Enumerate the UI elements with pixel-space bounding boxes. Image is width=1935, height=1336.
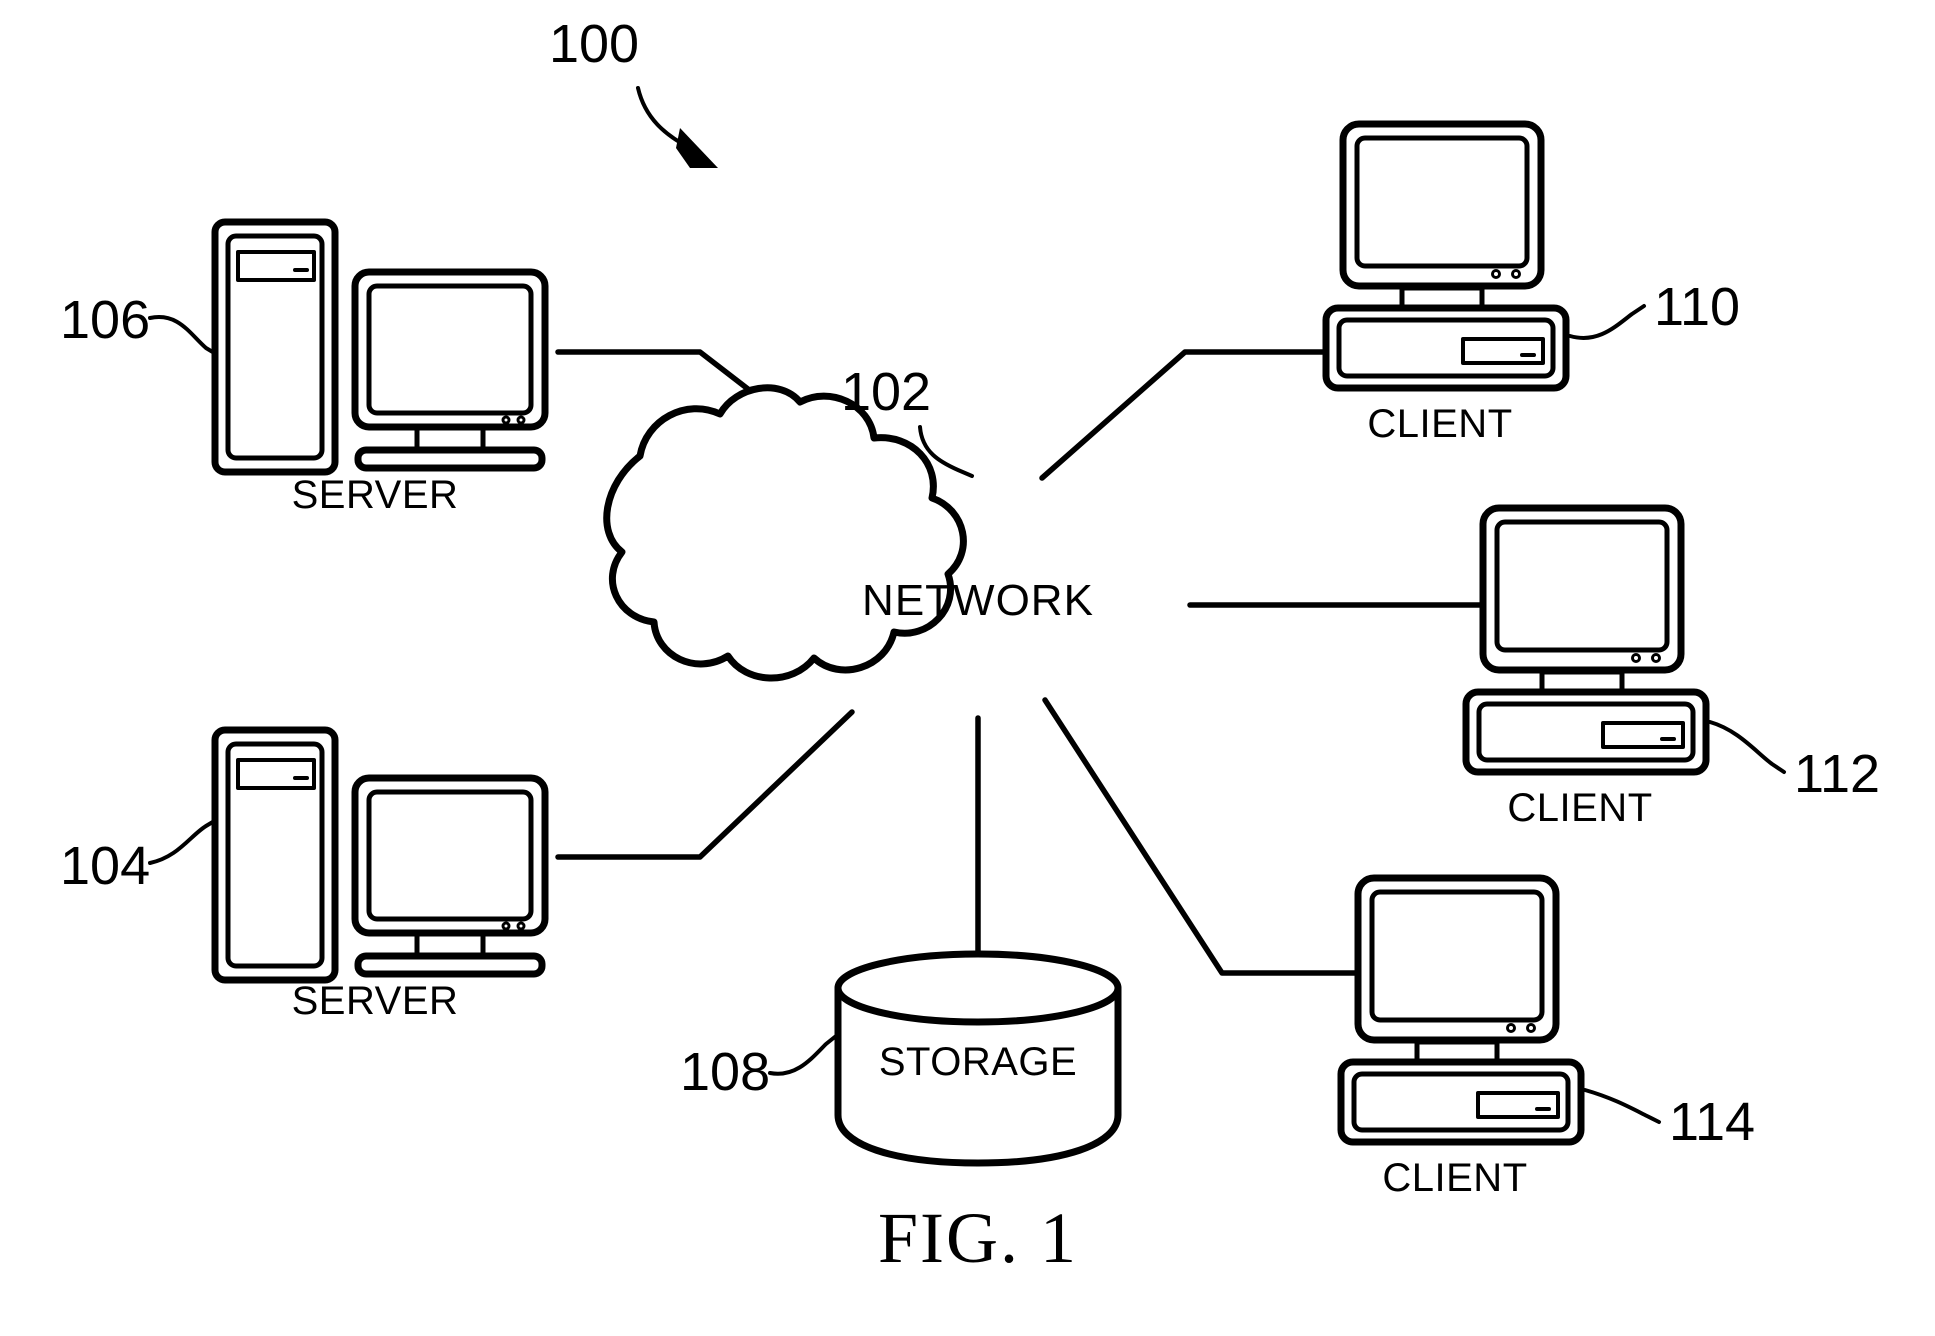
system-ref-arrow [636, 86, 718, 168]
client-112-monitor-screen [1494, 519, 1670, 653]
network-cloud-label: NETWORK [862, 576, 1094, 625]
storage-ref-label: 108 [680, 1042, 770, 1102]
patent-figure-1: 100 SERVER 106 SERVER 104 NETWORK 102 ST… [0, 0, 1935, 1336]
client-112-drive-slot [1601, 721, 1685, 749]
client-110-drive-slot [1461, 337, 1545, 365]
client-110-group[interactable]: CLIENT [1322, 120, 1570, 446]
client-114-ref-leader [1583, 1088, 1661, 1124]
server-104-group[interactable]: SERVER [211, 726, 549, 1023]
storage-group[interactable]: STORAGE [834, 950, 1122, 1167]
server-104-monitor-screen [366, 789, 534, 922]
figure-caption: FIG. 1 [878, 1198, 1078, 1278]
server-104-monitor-base [354, 952, 546, 978]
client-110-monitor-screen [1354, 135, 1530, 269]
client-114-group[interactable]: CLIENT [1337, 874, 1585, 1200]
client-114-drive-slot [1476, 1091, 1560, 1119]
client-112-label: CLIENT [1507, 786, 1652, 830]
client-110-label: CLIENT [1367, 402, 1512, 446]
storage-cylinder-top [834, 950, 1122, 1026]
server-104-ref-leader [148, 818, 218, 865]
network-cloud-group[interactable]: NETWORK [603, 384, 1094, 682]
client-110-ref-label: 110 [1654, 277, 1740, 337]
network-diagram-svg: 100 SERVER 106 SERVER 104 NETWORK 102 ST… [60, 14, 1880, 1278]
server-106-monitor-base [354, 446, 546, 472]
client-114-monitor-screen [1369, 889, 1545, 1023]
server-106-monitor-screen [366, 283, 534, 416]
storage-ref-leader [768, 1034, 838, 1076]
server-104-ref-label: 104 [60, 836, 150, 896]
link-network-client110 [1039, 349, 1343, 481]
server-106-group[interactable]: SERVER [211, 218, 549, 517]
client-110-ref-leader [1568, 304, 1646, 340]
storage-label: STORAGE [879, 1040, 1077, 1084]
system-ref-label: 100 [549, 14, 639, 74]
server-106-ref-leader [148, 314, 218, 356]
network-cloud-shape [603, 384, 967, 682]
client-112-group[interactable]: CLIENT [1462, 504, 1710, 830]
link-server104-network [555, 709, 855, 860]
link-network-client114 [1042, 697, 1358, 976]
client-112-ref-label: 112 [1794, 744, 1880, 804]
client-114-label: CLIENT [1382, 1156, 1527, 1200]
server-104-label: SERVER [292, 979, 459, 1023]
network-ref-label: 102 [841, 362, 931, 422]
server-104-drive-slot [236, 758, 316, 790]
server-106-label: SERVER [292, 473, 459, 517]
client-112-ref-leader [1708, 720, 1786, 774]
client-114-ref-label: 114 [1669, 1092, 1755, 1152]
server-106-ref-label: 106 [60, 290, 150, 350]
server-106-drive-slot [236, 250, 316, 282]
